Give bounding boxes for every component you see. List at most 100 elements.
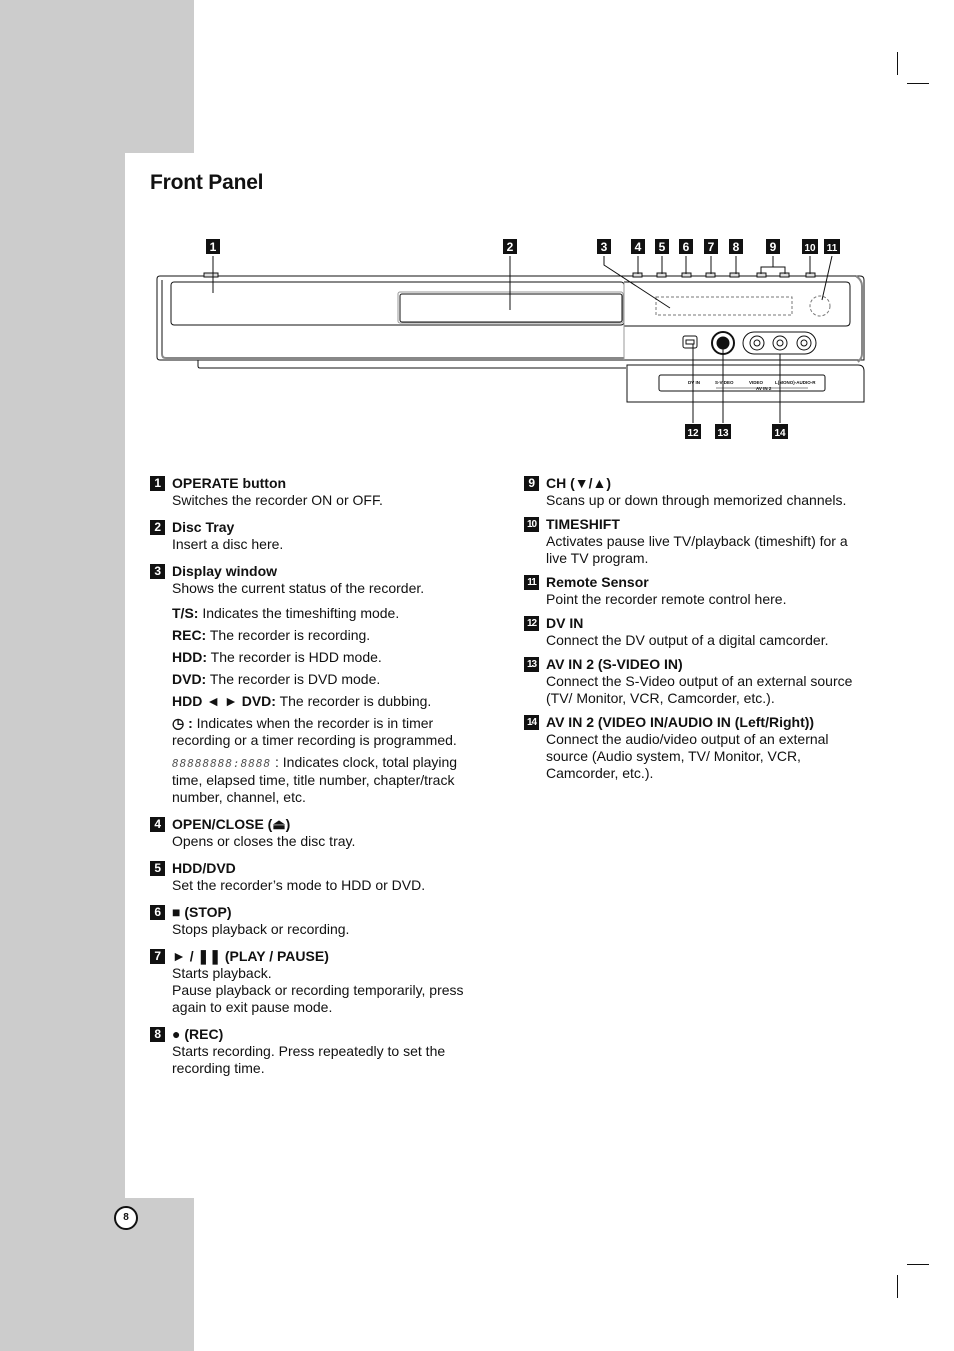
page-title: Front Panel — [150, 171, 264, 194]
page-margin-top — [0, 0, 194, 153]
display-window — [655, 296, 793, 316]
list-item: 14 AV IN 2 (VIDEO IN/AUDIO IN (Left/Righ… — [524, 714, 869, 782]
svg-text:12: 12 — [687, 428, 699, 439]
item-number: 10 — [524, 517, 539, 532]
clock-icon: ◷ : — [172, 715, 193, 731]
item-title: ► / ❚❚ (PLAY / PAUSE) — [172, 948, 329, 964]
item-description: Scans up or down through memorized chann… — [546, 492, 847, 508]
svg-text:13: 13 — [717, 428, 729, 439]
indicator-segment-display: 88888888:8888 : Indicates clock, total p… — [172, 754, 490, 806]
callout-12: 12 — [685, 424, 701, 439]
page-margin-left — [0, 153, 125, 1198]
svg-text:2: 2 — [507, 240, 514, 254]
jack-door — [626, 364, 865, 403]
item-number: 4 — [150, 817, 165, 832]
item-number: 5 — [150, 861, 165, 876]
description-column-left: 1 OPERATE button Switches the recorder O… — [150, 475, 490, 1087]
list-item: 11 Remote Sensor Point the recorder remo… — [524, 574, 869, 608]
item-title: ■ (STOP) — [172, 904, 232, 920]
callout-2: 2 — [503, 239, 517, 254]
item-title: AV IN 2 (S-VIDEO IN) — [546, 656, 683, 672]
list-item: 9 CH (▼/▲) Scans up or down through memo… — [524, 475, 869, 509]
item-title: Remote Sensor — [546, 574, 649, 590]
crop-mark — [907, 83, 929, 84]
item-description: Activates pause live TV/playback (timesh… — [546, 533, 848, 566]
item-number: 1 — [150, 476, 165, 491]
svg-text:8: 8 — [733, 240, 740, 254]
svg-text:1: 1 — [210, 240, 217, 254]
callouts-bottom: 12 13 14 — [685, 424, 788, 439]
svg-text:7: 7 — [708, 240, 715, 254]
crop-mark — [907, 1264, 929, 1265]
label-s-video: S-VIDEO — [715, 380, 734, 385]
item-number: 14 — [524, 715, 539, 730]
operate-button — [203, 272, 219, 278]
rec-button — [729, 272, 740, 278]
list-item: 5 HDD/DVD Set the recorder’s mode to HDD… — [150, 860, 490, 894]
item-title: HDD/DVD — [172, 860, 236, 876]
list-item: 2 Disc Tray Insert a disc here. — [150, 519, 490, 553]
item-description: Insert a disc here. — [172, 536, 284, 552]
svg-text:4: 4 — [635, 240, 642, 254]
item-number: 6 — [150, 905, 165, 920]
callout-10: 10 — [802, 239, 818, 254]
callout-1: 1 — [206, 239, 220, 254]
item-description-extra: Pause playback or recording temporarily,… — [172, 982, 464, 1015]
indicator-key: DVD: — [172, 671, 207, 687]
list-item: 7 ► / ❚❚ (PLAY / PAUSE) Starts playback.… — [150, 948, 490, 1016]
item-description: Connect the DV output of a digital camco… — [546, 632, 829, 648]
svg-text:14: 14 — [774, 428, 786, 439]
item-description: Shows the current status of the recorder… — [172, 580, 425, 596]
crop-mark — [897, 1275, 898, 1298]
item-description: Starts playback. — [172, 965, 272, 981]
label-audio: L(MONO)-AUDIO-R — [775, 380, 816, 385]
item-description: Starts recording. Press repeatedly to se… — [172, 1043, 446, 1076]
front-panel-diagram: DV IN S-VIDEO VIDEO L(MONO)-AUDIO-R AV I… — [156, 239, 865, 439]
indicator-text: The recorder is DVD mode. — [206, 671, 381, 687]
item-title: OPEN/CLOSE (⏏) — [172, 816, 291, 832]
remote-sensor — [809, 295, 831, 317]
indicator-hdd: HDD: The recorder is HDD mode. — [172, 649, 490, 666]
indicator-text: The recorder is dubbing. — [275, 693, 432, 709]
label-video: VIDEO — [749, 380, 764, 385]
item-title: ● (REC) — [172, 1026, 224, 1042]
svg-text:6: 6 — [683, 240, 690, 254]
item-description: Connect the S-Video output of an externa… — [546, 673, 853, 706]
callouts-top: 1 2 3 4 5 6 7 8 9 10 11 — [206, 239, 840, 254]
audio-l-jack — [772, 335, 788, 351]
callout-4: 4 — [631, 239, 645, 254]
list-item: 6 ■ (STOP) Stops playback or recording. — [150, 904, 490, 938]
svg-text:10: 10 — [804, 243, 816, 254]
list-item: 12 DV IN Connect the DV output of a digi… — [524, 615, 869, 649]
item-description: Opens or closes the disc tray. — [172, 833, 356, 849]
indicator-dubbing: HDD ◄ ► DVD: The recorder is dubbing. — [172, 693, 490, 710]
page-number: 8 — [114, 1206, 138, 1230]
item-number: 8 — [150, 1027, 165, 1042]
item-description: Stops playback or recording. — [172, 921, 350, 937]
label-dv-in: DV IN — [688, 380, 700, 385]
svg-text:9: 9 — [770, 240, 777, 254]
callout-5: 5 — [655, 239, 669, 254]
item-title: CH (▼/▲) — [546, 475, 612, 491]
callout-13: 13 — [715, 424, 731, 439]
item-description: Point the recorder remote control here. — [546, 591, 787, 607]
indicator-text: Indicates when the recorder is in timer … — [172, 715, 457, 748]
item-number: 2 — [150, 520, 165, 535]
item-title: TIMESHIFT — [546, 516, 620, 532]
indicator-key: REC: — [172, 627, 207, 643]
item-number: 7 — [150, 949, 165, 964]
list-item: 3 Display window Shows the current statu… — [150, 563, 490, 806]
page-margin-bottom — [0, 1198, 194, 1351]
description-column-right: 9 CH (▼/▲) Scans up or down through memo… — [524, 475, 869, 792]
list-item: 8 ● (REC) Starts recording. Press repeat… — [150, 1026, 490, 1077]
item-number: 12 — [524, 616, 539, 631]
list-item: 1 OPERATE button Switches the recorder O… — [150, 475, 490, 509]
callout-3: 3 — [597, 239, 611, 254]
item-number: 13 — [524, 657, 539, 672]
item-title: DV IN — [546, 615, 584, 631]
indicator-text: The recorder is recording. — [206, 627, 371, 643]
item-description: Set the recorder’s mode to HDD or DVD. — [172, 877, 426, 893]
item-number: 11 — [524, 575, 539, 590]
indicator-timer: ◷ : Indicates when the recorder is in ti… — [172, 715, 490, 749]
callout-8: 8 — [729, 239, 743, 254]
